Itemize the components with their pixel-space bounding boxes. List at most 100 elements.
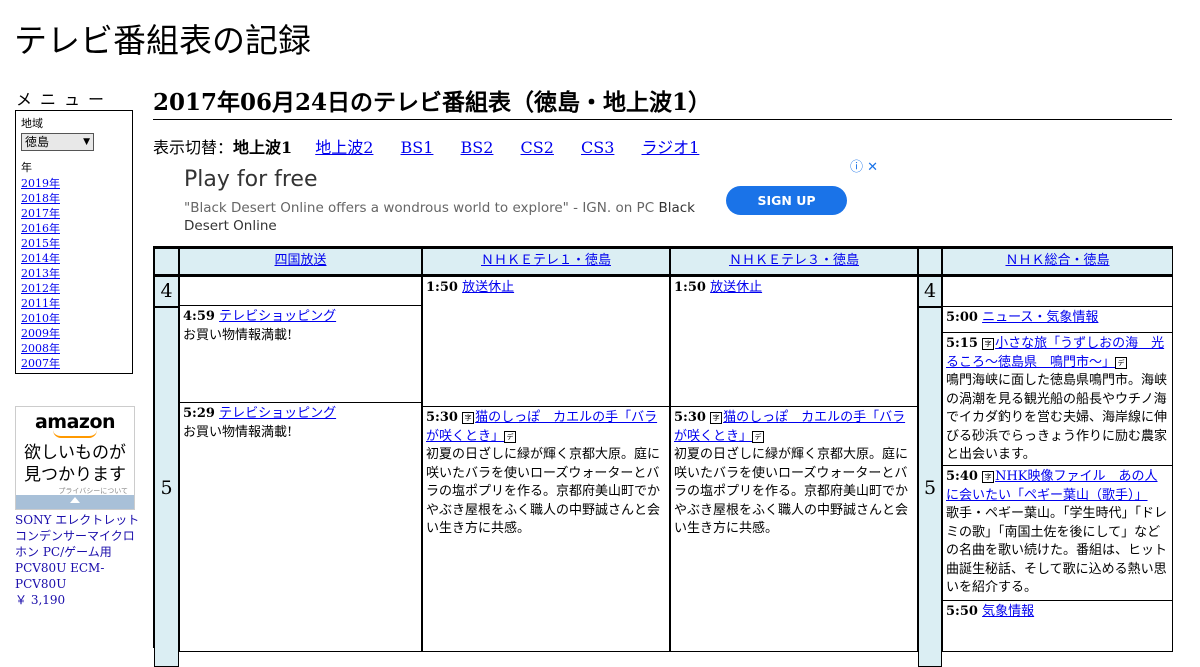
hour-label: 4 <box>154 276 179 307</box>
menu-box: 地域 徳島 ▼ 年 2019年 2018年 2017年 2016年 2015年 … <box>15 110 133 374</box>
program-time: 5:40 <box>946 469 978 484</box>
year-link[interactable]: 2018年 <box>21 192 60 205</box>
program-time: 5:29 <box>183 406 215 421</box>
program-cell-empty <box>179 276 422 307</box>
program-title[interactable]: 気象情報 <box>982 604 1034 619</box>
hour-label: 5 <box>154 307 179 667</box>
year-link[interactable]: 2014年 <box>21 252 60 265</box>
program-cell: 5:30 字猫のしっぽ カエルの手「バラが咲くとき」デ 初夏の日ざしに緑が輝く京… <box>670 406 918 652</box>
channel-link[interactable]: ＮＨＫ総合・徳島 <box>1005 253 1109 268</box>
channel-header: 四国放送 <box>179 248 422 276</box>
program-time: 5:30 <box>426 410 458 425</box>
year-link[interactable]: 2013年 <box>21 267 60 280</box>
site-title: テレビ番組表の記録 <box>14 21 311 60</box>
program-cell: 5:30 字猫のしっぽ カエルの手「バラが咲くとき」デ 初夏の日ざしに緑が輝く京… <box>422 406 670 652</box>
switch-link[interactable]: CS2 <box>521 138 554 157</box>
amazon-logo: amazon <box>34 411 116 433</box>
year-link[interactable]: 2010年 <box>21 312 60 325</box>
corner-cell <box>918 248 942 276</box>
menu-label: メニュー <box>16 90 113 109</box>
caption-mark-icon: 字 <box>710 412 723 424</box>
year-list: 2019年 2018年 2017年 2016年 2015年 2014年 2013… <box>21 176 127 371</box>
switcher-current: 地上波1 <box>233 138 293 157</box>
year-link[interactable]: 2012年 <box>21 282 60 295</box>
product-price: ￥ 3,190 <box>15 593 66 607</box>
channel-link[interactable]: ＮＨＫＥテレ３・徳島 <box>729 253 859 268</box>
ad-controls: ⓘ ✕ <box>850 156 878 175</box>
program-title[interactable]: テレビショッピング <box>219 406 336 421</box>
corner-cell <box>154 248 179 276</box>
data-broadcast-icon: デ <box>504 430 517 443</box>
schedule-grid: 四国放送 ＮＨＫＥテレ１・徳島 ＮＨＫＥテレ３・徳島 ＮＨＫ総合・徳島 4 5 … <box>153 246 1173 667</box>
program-cell: 5:00 ニュース・気象情報 <box>942 306 1173 333</box>
switch-link[interactable]: ラジオ1 <box>642 138 700 157</box>
year-link[interactable]: 2009年 <box>21 327 60 340</box>
switch-link[interactable]: BS1 <box>401 138 434 157</box>
region-select-value: 徳島 <box>25 135 50 149</box>
program-title[interactable]: ニュース・気象情報 <box>982 310 1098 325</box>
amazon-ad-toggle[interactable] <box>16 495 134 509</box>
channel-link[interactable]: 四国放送 <box>274 253 326 268</box>
chevron-up-icon <box>70 497 80 503</box>
program-cell: 5:15 字小さな旅「うずしおの海 光るころ～徳島県 鳴門市～」デ 鳴門海峡に面… <box>942 332 1173 466</box>
year-link[interactable]: 2011年 <box>21 297 60 310</box>
program-title[interactable]: 猫のしっぽ カエルの手「バラが咲くとき」 <box>674 410 905 444</box>
page-heading: 2017年06月24日のテレビ番組表（徳島・地上波1） <box>153 83 1172 120</box>
year-link[interactable]: 2008年 <box>21 342 60 355</box>
product-name[interactable]: SONY エレクトレットコンデンサーマイクロホン PC/ゲーム用 PCV80U … <box>15 512 140 592</box>
program-title[interactable]: テレビショッピング <box>219 309 336 324</box>
program-title[interactable]: 放送休止 <box>710 280 762 295</box>
region-select[interactable]: 徳島 ▼ <box>21 133 94 151</box>
switcher-label: 表示切替： <box>153 138 234 157</box>
program-time: 5:50 <box>946 604 978 619</box>
channel-link[interactable]: ＮＨＫＥテレ１・徳島 <box>481 253 611 268</box>
program-title[interactable]: 小さな旅「うずしおの海 光るころ～徳島県 鳴門市～」 <box>946 336 1164 370</box>
program-title[interactable]: 猫のしっぽ カエルの手「バラが咲くとき」 <box>426 410 657 444</box>
program-cell-empty <box>942 276 1173 307</box>
amazon-product[interactable]: SONY エレクトレットコンデンサーマイクロホン PC/ゲーム用 PCV80U … <box>15 512 140 608</box>
channel-header: ＮＨＫ総合・徳島 <box>942 248 1173 276</box>
chevron-down-icon: ▼ <box>83 137 90 147</box>
ad-headline[interactable]: Play for free <box>184 167 318 192</box>
year-link[interactable]: 2017年 <box>21 207 60 220</box>
program-time: 4:59 <box>183 309 215 324</box>
program-time: 1:50 <box>674 280 706 295</box>
program-desc: 鳴門海峡に面した徳島県鳴門市。海峡の渦潮を見る観光船の船長やウチノ海でイカダ釣り… <box>946 373 1168 462</box>
amazon-ad[interactable]: amazon 欲しいものが 見つかります プライバシーについて <box>15 406 135 510</box>
switch-link[interactable]: 地上波2 <box>315 138 373 157</box>
caption-mark-icon: 字 <box>462 412 475 424</box>
year-label: 年 <box>21 161 32 174</box>
switch-link[interactable]: BS2 <box>461 138 494 157</box>
channel-header: ＮＨＫＥテレ３・徳島 <box>670 248 918 276</box>
amazon-tagline: 欲しいものが 見つかります <box>16 442 134 486</box>
year-link[interactable]: 2016年 <box>21 222 60 235</box>
program-cell: 1:50 放送休止 <box>670 276 918 407</box>
program-time: 5:15 <box>946 336 978 351</box>
program-title[interactable]: 放送休止 <box>462 280 514 295</box>
program-time: 5:30 <box>674 410 706 425</box>
program-cell: 5:40 字 NHK映像ファイル あの人に会いたい「ペギー葉山（歌手）」 歌手・ペ… <box>942 465 1173 601</box>
switch-link[interactable]: CS3 <box>581 138 614 157</box>
region-label: 地域 <box>21 117 43 130</box>
program-time: 5:00 <box>946 310 978 325</box>
program-cell: 1:50 放送休止 <box>422 276 670 407</box>
program-cell: 4:59 テレビショッピング お買い物情報満載! <box>179 305 422 403</box>
caption-mark-icon: 字 <box>982 338 995 350</box>
ad-text-body: "Black Desert Online offers a wondrous w… <box>184 200 655 216</box>
display-ad[interactable]: Play for free "Black Desert Online offer… <box>153 156 880 244</box>
program-cell: 5:29 テレビショッピング お買い物情報満載! <box>179 402 422 652</box>
year-link[interactable]: 2019年 <box>21 177 60 190</box>
program-title[interactable]: NHK映像ファイル あの人に会いたい「ペギー葉山（歌手）」 <box>946 469 1158 503</box>
program-desc: 初夏の日ざしに緑が輝く京都大原。庭に咲いたバラを使いローズウォーターとバラの塩ポ… <box>674 447 909 536</box>
hour-label: 5 <box>918 307 942 667</box>
close-icon[interactable]: ✕ <box>867 160 878 175</box>
info-icon[interactable]: ⓘ <box>850 160 863 175</box>
program-desc: お買い物情報満載! <box>183 327 293 343</box>
caption-mark-icon: 字 <box>982 471 995 483</box>
ad-signup-button[interactable]: SIGN UP <box>726 186 847 215</box>
program-desc: 初夏の日ざしに緑が輝く京都大原。庭に咲いたバラを使いローズウォーターとバラの塩ポ… <box>426 447 661 536</box>
year-link[interactable]: 2015年 <box>21 237 60 250</box>
year-link[interactable]: 2007年 <box>21 357 60 370</box>
data-broadcast-icon: デ <box>752 430 765 443</box>
ad-text: "Black Desert Online offers a wondrous w… <box>184 199 704 235</box>
